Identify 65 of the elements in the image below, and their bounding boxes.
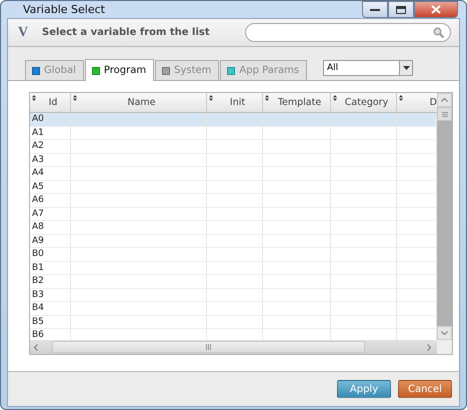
close-button[interactable]: [414, 1, 458, 18]
table-row[interactable]: B2: [30, 275, 437, 288]
table-cell: A2: [30, 140, 71, 152]
table-row[interactable]: B4: [30, 302, 437, 316]
table-cell: B0: [30, 248, 71, 260]
table-cell: B3: [30, 288, 71, 301]
sort-icon: [399, 95, 403, 101]
table-row[interactable]: A4: [30, 167, 437, 180]
search-icon: [433, 27, 444, 38]
table-row[interactable]: A6: [30, 194, 437, 208]
maximize-button[interactable]: [388, 1, 414, 18]
column-header[interactable]: Init: [207, 93, 263, 112]
sort-icon: [32, 95, 36, 101]
close-icon: [431, 5, 441, 14]
table-row[interactable]: A5: [30, 180, 437, 194]
table-cell: A6: [30, 194, 71, 206]
table-cell: B5: [30, 316, 71, 328]
prompt-label: Select a variable from the list: [42, 27, 211, 38]
scrollbar-thumb[interactable]: [52, 341, 365, 353]
column-header[interactable]: Id: [30, 93, 71, 112]
table-row[interactable]: A7: [30, 208, 437, 221]
table-cell: A7: [30, 208, 71, 220]
table-cell: A4: [30, 167, 71, 180]
column-header[interactable]: Name: [71, 93, 207, 112]
table-row[interactable]: A3: [30, 154, 437, 167]
table-cell: A5: [30, 180, 71, 193]
table-row[interactable]: A2: [30, 140, 437, 154]
sort-icon: [209, 95, 213, 101]
grip-icon: [206, 344, 211, 350]
table-cell: A0: [30, 113, 71, 126]
window-title: Variable Select: [22, 3, 106, 16]
sort-icon: [73, 95, 77, 101]
column-header[interactable]: Template: [263, 93, 331, 112]
sort-icon: [333, 95, 337, 101]
table-cell: A8: [30, 221, 71, 234]
logo: V: [18, 24, 30, 40]
table-cell: A9: [30, 234, 71, 247]
table-cell: A1: [30, 126, 71, 139]
scrollbar-corner: [437, 340, 452, 354]
table-row[interactable]: B5: [30, 316, 437, 329]
caret-icon: [402, 66, 410, 70]
maximize-icon: [396, 6, 406, 14]
table-cell: A3: [30, 154, 71, 166]
table-row[interactable]: B3: [30, 288, 437, 302]
column-header[interactable]: Category: [331, 93, 397, 112]
tab[interactable]: Program: [84, 59, 154, 81]
table-row[interactable]: A0: [30, 113, 437, 126]
column-header[interactable]: D: [397, 93, 437, 112]
sort-icon: [265, 95, 269, 101]
minimize-icon: [370, 8, 380, 12]
minimize-button[interactable]: [362, 1, 388, 18]
table-row[interactable]: A1: [30, 126, 437, 140]
search-field[interactable]: [245, 23, 451, 42]
table-row[interactable]: A8: [30, 221, 437, 234]
horizontal-scrollbar[interactable]: [30, 340, 437, 354]
table-cell: B1: [30, 262, 71, 274]
table-cell: B4: [30, 302, 71, 314]
table-cell: B2: [30, 275, 71, 288]
table-row[interactable]: B1: [30, 262, 437, 275]
table-row[interactable]: A9: [30, 234, 437, 248]
vertical-scrollbar[interactable]: [437, 93, 452, 340]
scrollbar-thumb[interactable]: [437, 107, 452, 121]
filter-dropdown[interactable]: All: [323, 60, 413, 76]
table-row[interactable]: B0: [30, 248, 437, 262]
grip-icon: [442, 112, 448, 116]
